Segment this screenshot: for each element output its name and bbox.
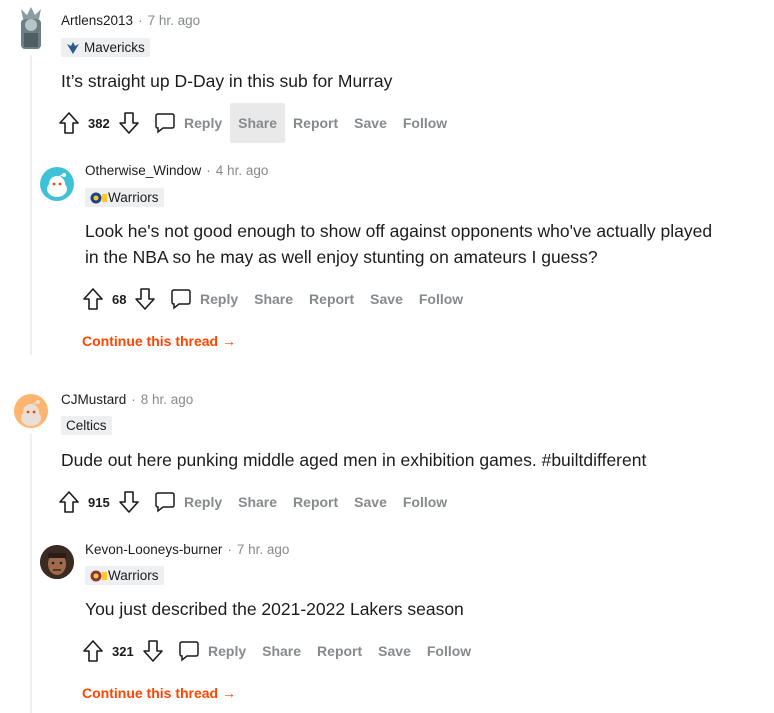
follow-button[interactable]: Follow bbox=[395, 482, 455, 522]
flair-label: Warriors bbox=[108, 568, 159, 583]
vote-score: 382 bbox=[88, 115, 110, 131]
reply-label: Reply bbox=[208, 643, 247, 659]
author-name[interactable]: CJMustard bbox=[61, 392, 126, 407]
author-name[interactable]: Artlens2013 bbox=[61, 13, 133, 28]
user-flair: Celtics bbox=[61, 416, 112, 435]
reply-label: Reply bbox=[184, 494, 223, 510]
comment-body: Dude out here punking middle aged men in… bbox=[61, 450, 647, 470]
avatar[interactable] bbox=[40, 167, 74, 201]
comment-meta: Kevon-Looneys-burner · 7 hr. ago bbox=[85, 542, 289, 557]
timestamp[interactable]: 4 hr. ago bbox=[216, 163, 269, 178]
comment-body-line: in the NBA so he may as well enjoy stunt… bbox=[85, 247, 598, 267]
save-button[interactable]: Save bbox=[362, 279, 411, 319]
vote-score: 68 bbox=[112, 291, 127, 307]
thread-line[interactable] bbox=[30, 434, 32, 713]
downvote-icon[interactable] bbox=[118, 490, 140, 514]
comment-body: It’s straight up D-Day in this sub for M… bbox=[61, 71, 393, 91]
share-button[interactable]: Share bbox=[230, 103, 286, 143]
comment-actions: 915 Reply Share Report Save Follow bbox=[58, 482, 455, 522]
comment-actions: 382 Reply Share Report Save Follow bbox=[58, 103, 455, 143]
follow-button[interactable]: Follow bbox=[395, 103, 455, 143]
separator: · bbox=[138, 13, 143, 28]
thread-line[interactable] bbox=[30, 55, 32, 355]
timestamp[interactable]: 7 hr. ago bbox=[237, 542, 290, 557]
reply-button[interactable]: Reply bbox=[146, 482, 230, 522]
flair-label: Celtics bbox=[66, 418, 107, 433]
reply-button[interactable]: Reply bbox=[170, 631, 254, 671]
comment-bubble-icon bbox=[178, 640, 200, 662]
vote-score: 321 bbox=[112, 643, 134, 659]
report-button[interactable]: Report bbox=[285, 482, 346, 522]
upvote-icon[interactable] bbox=[82, 287, 104, 311]
report-button[interactable]: Report bbox=[301, 279, 362, 319]
save-button[interactable]: Save bbox=[370, 631, 419, 671]
separator: · bbox=[206, 163, 211, 178]
comment-bubble-icon bbox=[154, 112, 176, 134]
vote-score: 915 bbox=[88, 494, 110, 510]
share-button[interactable]: Share bbox=[254, 631, 309, 671]
flair-label: Warriors bbox=[108, 190, 159, 205]
flair-label: Mavericks bbox=[84, 40, 145, 55]
author-name[interactable]: Otherwise_Window bbox=[85, 163, 201, 178]
follow-button[interactable]: Follow bbox=[411, 279, 471, 319]
upvote-icon[interactable] bbox=[58, 490, 80, 514]
follow-button[interactable]: Follow bbox=[419, 631, 479, 671]
timestamp[interactable]: 8 hr. ago bbox=[141, 392, 194, 407]
reply-button[interactable]: Reply bbox=[162, 279, 246, 319]
comment-meta: Artlens2013 · 7 hr. ago bbox=[61, 13, 200, 28]
comment-body-line: Look he's not good enough to show off ag… bbox=[85, 221, 713, 241]
comment-actions: 68 Reply Share Report Save Follow bbox=[82, 279, 471, 319]
downvote-icon[interactable] bbox=[142, 639, 164, 663]
warriors-logo-icon bbox=[90, 191, 107, 205]
comment-bubble-icon bbox=[154, 491, 176, 513]
mavericks-logo-icon bbox=[66, 41, 80, 55]
share-button[interactable]: Share bbox=[230, 482, 285, 522]
comment-body: You just described the 2021-2022 Lakers … bbox=[85, 599, 464, 619]
comment-actions: 321 Reply Share Report Save Follow bbox=[82, 631, 479, 671]
downvote-icon[interactable] bbox=[134, 287, 156, 311]
reply-label: Reply bbox=[200, 291, 239, 307]
avatar[interactable] bbox=[40, 545, 74, 579]
comment-bubble-icon bbox=[170, 288, 192, 310]
avatar[interactable] bbox=[14, 394, 48, 428]
timestamp[interactable]: 7 hr. ago bbox=[148, 13, 201, 28]
upvote-icon[interactable] bbox=[82, 639, 104, 663]
save-button[interactable]: Save bbox=[346, 103, 395, 143]
save-button[interactable]: Save bbox=[346, 482, 395, 522]
comment-meta: CJMustard · 8 hr. ago bbox=[61, 392, 193, 407]
separator: · bbox=[131, 392, 136, 407]
downvote-icon[interactable] bbox=[118, 111, 140, 135]
reply-label: Reply bbox=[184, 115, 223, 131]
report-button[interactable]: Report bbox=[285, 103, 346, 143]
reply-button[interactable]: Reply bbox=[146, 103, 230, 143]
share-button[interactable]: Share bbox=[246, 279, 301, 319]
user-flair: Warriors bbox=[85, 566, 164, 585]
avatar[interactable] bbox=[13, 5, 49, 51]
comment-meta: Otherwise_Window · 4 hr. ago bbox=[85, 163, 268, 178]
warriors-logo-icon bbox=[90, 569, 107, 583]
report-button[interactable]: Report bbox=[309, 631, 370, 671]
author-name[interactable]: Kevon-Looneys-burner bbox=[85, 542, 222, 557]
upvote-icon[interactable] bbox=[58, 111, 80, 135]
continue-thread-link[interactable]: Continue this thread → bbox=[82, 685, 236, 701]
user-flair: Mavericks bbox=[61, 38, 150, 57]
continue-thread-link[interactable]: Continue this thread → bbox=[82, 333, 236, 349]
user-flair: Warriors bbox=[85, 188, 164, 207]
separator: · bbox=[227, 542, 232, 557]
